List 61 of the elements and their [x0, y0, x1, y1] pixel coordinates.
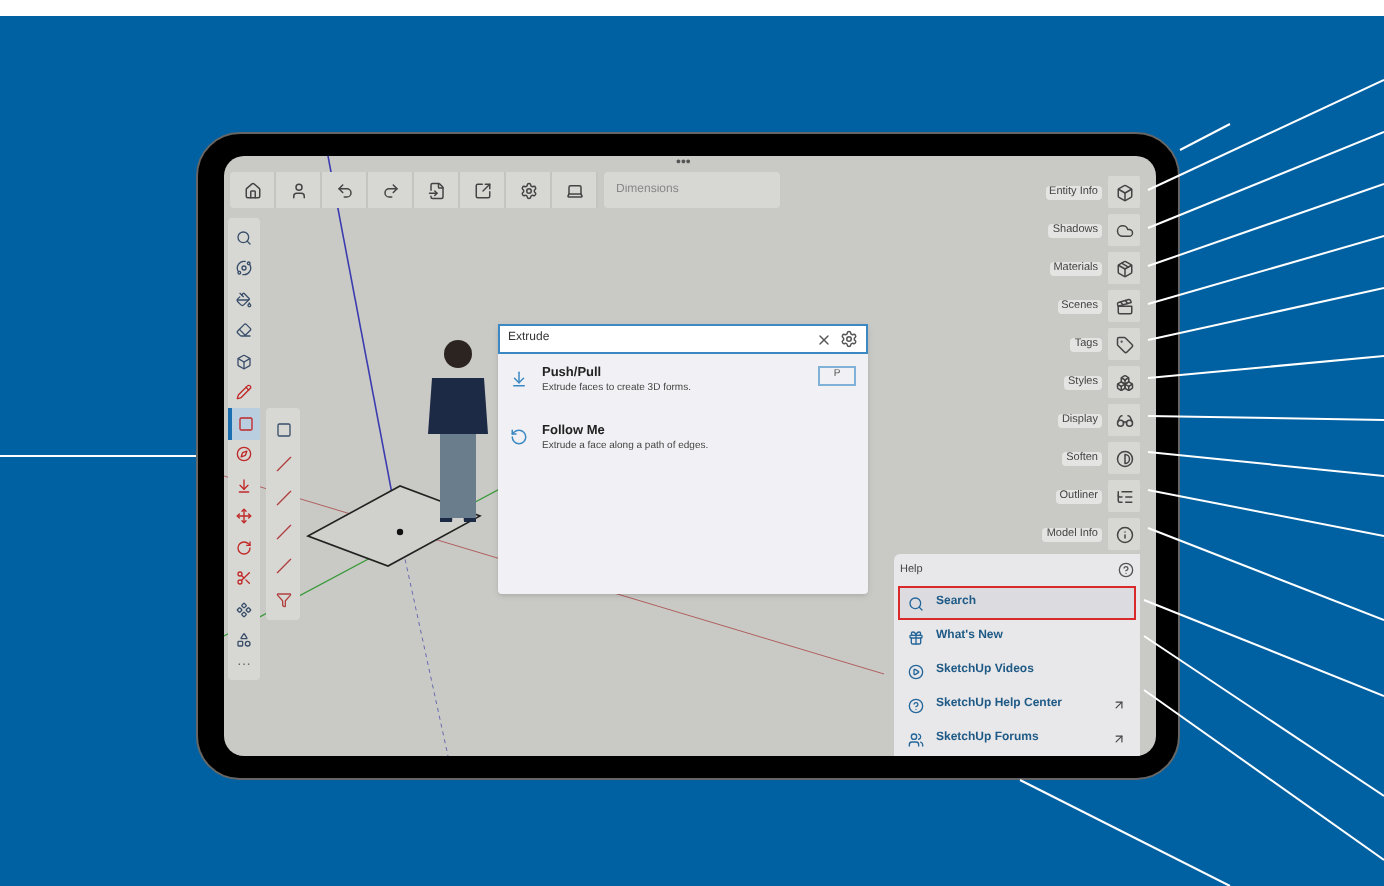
search-icon [236, 229, 252, 246]
pencil-icon [236, 384, 252, 401]
search-icon [908, 595, 924, 611]
gift-icon [908, 629, 924, 645]
line-icon [275, 455, 291, 471]
boxes-icon [1115, 373, 1133, 391]
panel-button[interactable] [1108, 252, 1140, 284]
rotate-icon [236, 539, 252, 556]
panel-button[interactable] [1108, 404, 1140, 436]
package-icon [1115, 259, 1133, 277]
orbit-icon [236, 260, 252, 277]
clapperboard-icon [1115, 297, 1133, 315]
export-icon [473, 181, 491, 199]
paint-bucket-icon [236, 291, 252, 308]
undo-icon [335, 181, 353, 199]
panel-button[interactable] [1108, 176, 1140, 208]
panel-button[interactable] [1108, 518, 1140, 550]
eraser-icon [236, 322, 252, 339]
display-icon [565, 181, 583, 199]
panel-button[interactable] [1108, 480, 1140, 512]
move-icon [236, 508, 252, 525]
line-icon [275, 557, 291, 573]
info-icon [1115, 525, 1133, 543]
scissors-icon [236, 570, 252, 587]
redo-icon [381, 181, 399, 199]
arrow-down-icon [236, 477, 252, 494]
filter-icon [275, 591, 291, 607]
profile-icon [289, 181, 307, 199]
cloud-icon [1115, 221, 1133, 239]
glasses-icon [1115, 411, 1133, 429]
home-icon [243, 181, 261, 199]
panel-button[interactable] [1108, 366, 1140, 398]
rotate-icon [510, 428, 528, 446]
panel-button[interactable] [1108, 214, 1140, 246]
rectangle-icon [275, 421, 291, 437]
compass-icon [236, 446, 252, 463]
half-circle-icon [1115, 449, 1133, 467]
tool-button[interactable] [228, 408, 260, 439]
external-link-icon [1112, 732, 1126, 746]
panel-button[interactable] [1108, 290, 1140, 322]
people-icon [908, 731, 924, 747]
panel-button[interactable] [1108, 328, 1140, 360]
cube-icon [1115, 183, 1133, 201]
arrow-down-icon [510, 370, 528, 388]
list-tree-icon [1115, 487, 1133, 505]
question-icon [908, 697, 924, 713]
component-icon [236, 601, 252, 618]
line-icon [275, 489, 291, 505]
box-icon [236, 353, 252, 370]
question-icon [1118, 562, 1134, 578]
import-icon [427, 181, 445, 199]
play-icon [908, 663, 924, 679]
settings-icon[interactable] [840, 330, 858, 348]
panel-button[interactable] [1108, 442, 1140, 474]
close-icon[interactable] [816, 331, 832, 347]
shapes-icon [236, 632, 252, 649]
external-link-icon [1112, 698, 1126, 712]
line-icon [275, 523, 291, 539]
rectangle-icon [238, 415, 254, 432]
tag-icon [1115, 335, 1133, 353]
settings-icon [519, 181, 537, 199]
